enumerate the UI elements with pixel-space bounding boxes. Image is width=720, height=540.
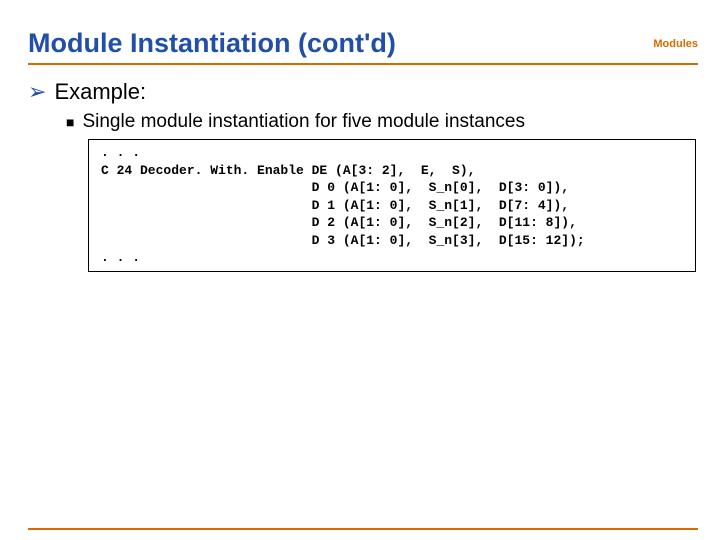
code-block: . . . C 24 Decoder. With. Enable DE (A[3… — [88, 139, 696, 272]
footer-rule — [28, 528, 698, 530]
section-label: Modules — [653, 38, 698, 50]
bullet-level-1: ➢ Example: — [28, 79, 698, 105]
bullet-level-1-text: Example: — [54, 79, 146, 105]
slide-body: ➢ Example: ■ Single module instantiation… — [28, 79, 698, 272]
title-rule — [28, 63, 698, 65]
square-bullet-icon: ■ — [66, 114, 74, 130]
bullet-level-2: ■ Single module instantiation for five m… — [66, 111, 698, 133]
slide-title: Module Instantiation (cont'd) — [28, 28, 720, 59]
triangle-bullet-icon: ➢ — [28, 79, 46, 105]
bullet-level-2-text: Single module instantiation for five mod… — [82, 111, 525, 133]
